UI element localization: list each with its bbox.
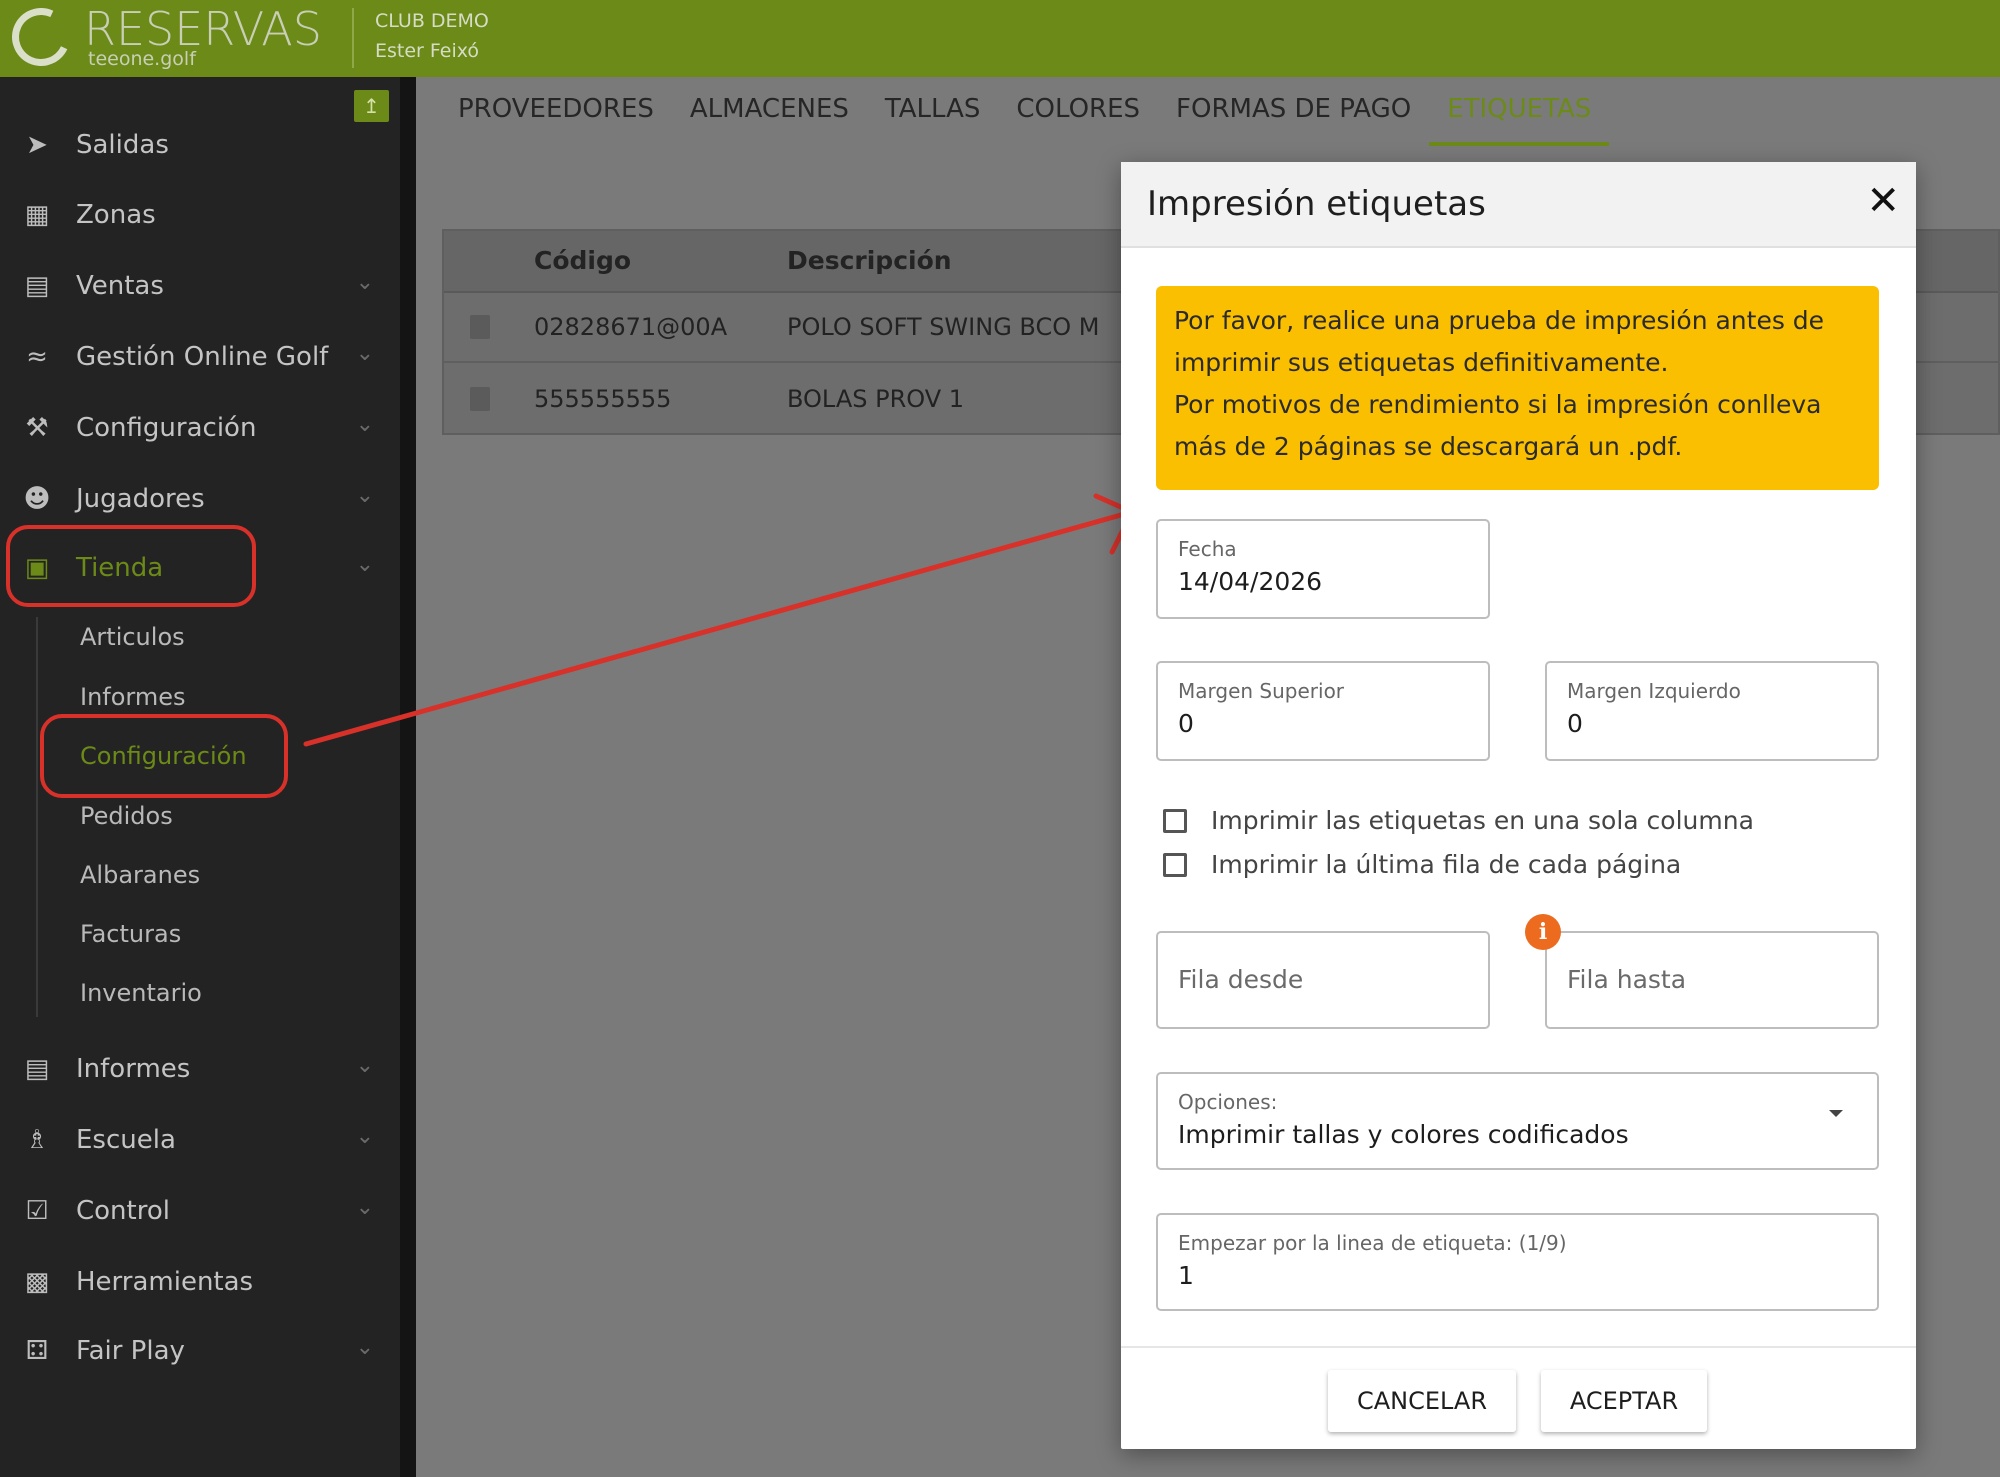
last-row-checkbox-row[interactable]: Imprimir la última fila de cada página <box>1163 850 1681 879</box>
accept-button[interactable]: ACEPTAR <box>1541 1370 1707 1432</box>
alert-line: imprimir sus etiquetas definitivamente. <box>1174 348 1669 377</box>
margen-izquierdo-field[interactable]: Margen Izquierdo 0 <box>1545 661 1879 761</box>
dialog-footer-divider <box>1121 1346 1916 1348</box>
field-value: 0 <box>1567 709 1583 738</box>
fecha-field[interactable]: Fecha 14/04/2026 <box>1156 519 1490 619</box>
fila-hasta-input[interactable]: Fila hasta <box>1545 931 1879 1029</box>
dialog-title: Impresión etiquetas <box>1147 184 1486 224</box>
field-label: Opciones: <box>1178 1090 1278 1114</box>
margen-superior-field[interactable]: Margen Superior 0 <box>1156 661 1490 761</box>
field-label: Empezar por la linea de etiqueta: (1/9) <box>1178 1231 1567 1255</box>
field-value: 14/04/2026 <box>1178 567 1323 596</box>
alert-line: Por motivos de rendimiento si la impresi… <box>1174 390 1822 419</box>
field-value: 1 <box>1178 1261 1194 1290</box>
field-placeholder: Fila desde <box>1178 965 1304 994</box>
print-labels-dialog: Impresión etiquetas ✕ Por favor, realice… <box>1121 162 1916 1449</box>
field-label: Fecha <box>1178 537 1237 561</box>
fila-desde-input[interactable]: Fila desde <box>1156 931 1490 1029</box>
dialog-header: Impresión etiquetas ✕ <box>1121 162 1916 248</box>
field-placeholder: Fila hasta <box>1567 965 1687 994</box>
alert-line: más de 2 páginas se descargará un .pdf. <box>1174 432 1683 461</box>
single-column-checkbox[interactable] <box>1163 808 1187 833</box>
empezar-linea-field[interactable]: Empezar por la linea de etiqueta: (1/9) … <box>1156 1213 1879 1311</box>
checkbox-label: Imprimir la última fila de cada página <box>1211 850 1682 879</box>
field-label: Margen Superior <box>1178 679 1345 703</box>
cancel-button[interactable]: CANCELAR <box>1328 1370 1516 1432</box>
single-column-checkbox-row[interactable]: Imprimir las etiquetas en una sola colum… <box>1163 806 1754 835</box>
info-icon[interactable]: i <box>1525 914 1561 950</box>
field-value: 0 <box>1178 709 1194 738</box>
warning-alert: Por favor, realice una prueba de impresi… <box>1156 286 1879 490</box>
field-label: Margen Izquierdo <box>1567 679 1741 703</box>
caret-down-icon <box>1829 1110 1843 1117</box>
last-row-checkbox[interactable] <box>1163 852 1187 877</box>
close-icon[interactable]: ✕ <box>1866 178 1900 224</box>
checkbox-label: Imprimir las etiquetas en una sola colum… <box>1211 806 1754 835</box>
alert-line: Por favor, realice una prueba de impresi… <box>1174 306 1825 335</box>
opciones-select[interactable]: Opciones: Imprimir tallas y colores codi… <box>1156 1072 1879 1170</box>
field-value: Imprimir tallas y colores codificados <box>1178 1120 1629 1149</box>
